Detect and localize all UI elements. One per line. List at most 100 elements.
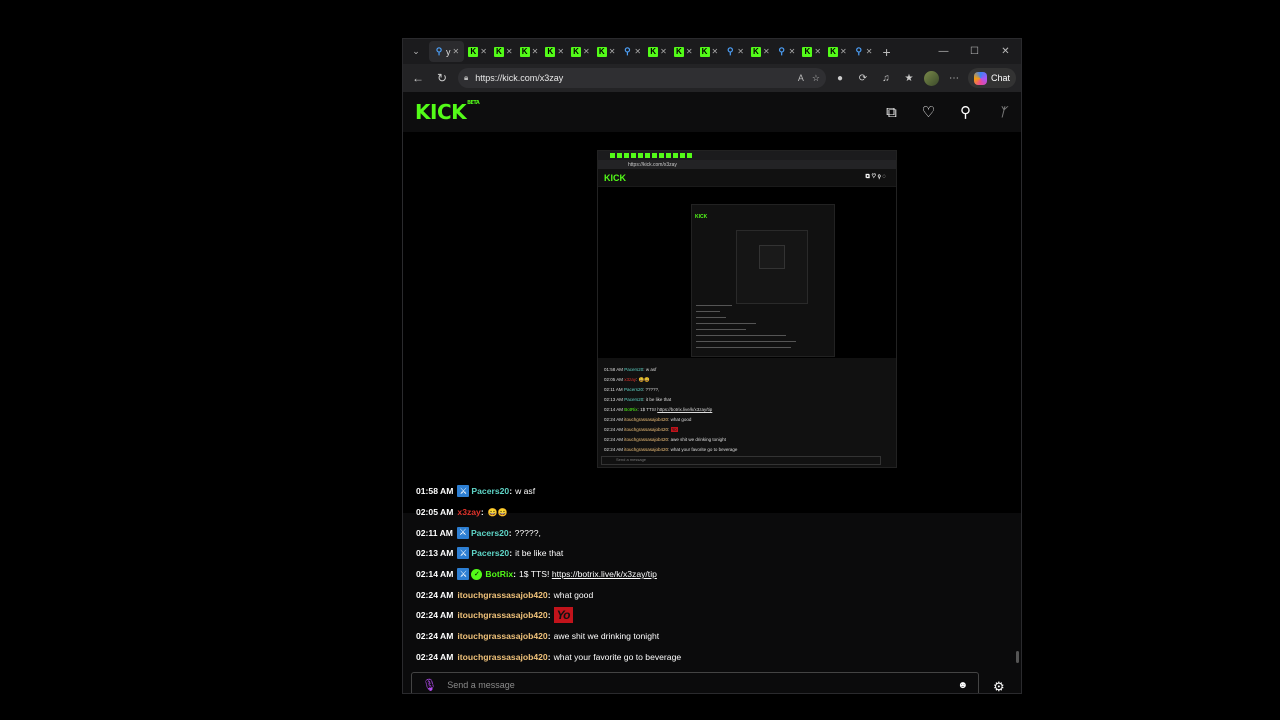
search-icon: ⚲ bbox=[435, 46, 443, 56]
close-tab-icon[interactable]: ✕ bbox=[840, 47, 847, 56]
kick-favicon-icon: K bbox=[750, 46, 761, 57]
close-tab-icon[interactable]: ✕ bbox=[712, 47, 719, 56]
nested-chat-line: 02:24 AM itouchgrassasajob420: Yo bbox=[604, 427, 678, 432]
tab-kick[interactable]: K ✕ bbox=[517, 41, 542, 62]
video-player[interactable]: https://kick.com/x3zay KICK ⧉ ♡ ⚲ ◌ KICK … bbox=[403, 132, 1021, 513]
lock-icon[interactable]: 🔒︎ bbox=[464, 73, 468, 83]
close-tab-icon[interactable]: ✕ bbox=[609, 47, 616, 56]
url-field[interactable]: 🔒︎ https://kick.com/x3zay A ☆ bbox=[458, 68, 826, 88]
chat-username[interactable]: Pacers20 bbox=[471, 548, 509, 558]
tab-kick[interactable]: K ✕ bbox=[594, 41, 619, 62]
close-tab-icon[interactable]: ✕ bbox=[866, 47, 873, 56]
tab-kick[interactable]: K ✕ bbox=[645, 41, 670, 62]
nested-chat-line: 02:24 AM itouchgrassasajob420: awe shit … bbox=[604, 437, 726, 442]
media-icon[interactable]: ♫ bbox=[878, 70, 894, 86]
nested-tab-strip bbox=[598, 151, 896, 160]
profile-avatar-icon[interactable] bbox=[924, 70, 939, 86]
tab-search[interactable]: ⚲ ✕ bbox=[851, 41, 876, 62]
maximize-icon[interactable]: ☐ bbox=[959, 39, 990, 64]
refresh-icon[interactable]: ↻ bbox=[430, 64, 454, 92]
chat-input-placeholder: Send a message bbox=[447, 680, 515, 690]
nested-chat-line: 02:14 AM BotRix: 1$ TTS! https://botrix.… bbox=[604, 407, 713, 412]
search-icon[interactable]: ⚲ bbox=[947, 103, 984, 121]
tab-kick[interactable]: K ✕ bbox=[542, 41, 567, 62]
chat-username[interactable]: itouchgrassasajob420 bbox=[457, 610, 547, 620]
nested-chat-line: 02:05 AM x3zay: 😄😄 bbox=[604, 377, 650, 382]
message-time: 02:24 AM bbox=[416, 631, 454, 642]
emoji-icon[interactable]: ☻ bbox=[957, 680, 968, 691]
tab-list-button[interactable]: ⌄ bbox=[403, 39, 429, 64]
kick-header: KICKBETA ⧉ ♡ ⚲ ᛉ bbox=[403, 92, 1021, 133]
kick-favicon-icon: K bbox=[493, 46, 504, 57]
message-text: 1$ TTS! bbox=[519, 569, 550, 580]
nested-chat-line: 02:13 AM Pacers20: it be like that bbox=[604, 397, 672, 402]
chat-username[interactable]: itouchgrassasajob420 bbox=[457, 631, 547, 641]
favorites-icon[interactable]: ★ bbox=[901, 70, 917, 86]
message-link[interactable]: https://botrix.live/k/x3zay/tip bbox=[552, 569, 657, 579]
nested-chat: 01:58 AM Pacers20: w asf 02:05 AM x3zay:… bbox=[604, 365, 737, 455]
tab-kick[interactable]: K ✕ bbox=[568, 41, 593, 62]
chat-message: 01:58 AM ⚔ Pacers20: w asf bbox=[416, 485, 536, 498]
url-text: https://kick.com/x3zay bbox=[475, 73, 564, 83]
tab-kick[interactable]: K ✕ bbox=[671, 41, 696, 62]
tab-kick[interactable]: K ✕ bbox=[491, 41, 516, 62]
nested-stream-frame-3 bbox=[736, 230, 808, 304]
chat-username[interactable]: itouchgrassasajob420 bbox=[457, 652, 547, 662]
close-tab-icon[interactable]: ✕ bbox=[453, 47, 460, 56]
beta-label: BETA bbox=[467, 100, 480, 106]
close-tab-icon[interactable]: ✕ bbox=[583, 47, 590, 56]
close-tab-icon[interactable]: ✕ bbox=[506, 47, 513, 56]
more-menu-icon[interactable]: ⋯ bbox=[946, 70, 962, 86]
chat-username[interactable]: x3zay bbox=[457, 507, 480, 517]
kick-logo[interactable]: KICKBETA bbox=[415, 100, 480, 124]
chat-username[interactable]: Pacers20 bbox=[471, 486, 509, 496]
browser-window: ⌄ ⚲ y ✕ K ✕ K ✕ K ✕ K ✕ K ✕ K ✕ ⚲ ✕ K ✕ K ✕ K ✕ ⚲ ✕… bbox=[402, 38, 1022, 694]
favorite-star-icon[interactable]: ☆ bbox=[812, 73, 820, 84]
tab-kick[interactable]: K ✕ bbox=[697, 41, 722, 62]
address-bar-row: ← ↻ 🔒︎ https://kick.com/x3zay A ☆ ● ⟳ ♫ … bbox=[403, 64, 1021, 92]
tab-active[interactable]: ⚲ y ✕ bbox=[429, 41, 465, 62]
kick-favicon-icon: K bbox=[699, 46, 710, 57]
microphone-icon[interactable]: 🎙︎ bbox=[422, 678, 437, 692]
close-tab-icon[interactable]: ✕ bbox=[480, 47, 487, 56]
chat-username[interactable]: Pacers20 bbox=[471, 528, 509, 538]
chat-username[interactable]: BotRix bbox=[485, 569, 513, 579]
minimize-icon[interactable]: — bbox=[928, 39, 959, 64]
refresh-sync-icon[interactable]: ⟳ bbox=[855, 70, 871, 86]
tab-kick[interactable]: K ✕ bbox=[748, 41, 773, 62]
back-icon[interactable]: ← bbox=[406, 64, 430, 92]
header-actions: ⧉ ♡ ⚲ ᛉ bbox=[873, 103, 1021, 122]
close-tab-icon[interactable]: ✕ bbox=[789, 47, 796, 56]
chat-scrollbar[interactable] bbox=[1016, 651, 1019, 663]
tab-search[interactable]: ⚲ ✕ bbox=[722, 41, 747, 62]
tab-kick[interactable]: K ✕ bbox=[825, 41, 850, 62]
tab-kick[interactable]: K ✕ bbox=[799, 41, 824, 62]
close-tab-icon[interactable]: ✕ bbox=[686, 47, 693, 56]
tab-search[interactable]: ⚲ ✕ bbox=[619, 41, 644, 62]
close-tab-icon[interactable]: ✕ bbox=[737, 47, 744, 56]
tab-search[interactable]: ⚲ ✕ bbox=[774, 41, 799, 62]
close-tab-icon[interactable]: ✕ bbox=[763, 47, 770, 56]
copilot-chat-button[interactable]: Chat bbox=[968, 68, 1017, 88]
tab-bar: ⌄ ⚲ y ✕ K ✕ K ✕ K ✕ K ✕ K ✕ K ✕ ⚲ ✕ K ✕ K ✕ K ✕ ⚲ ✕… bbox=[403, 39, 1021, 64]
message-text: ?????, bbox=[514, 527, 541, 538]
chat-username[interactable]: itouchgrassasajob420 bbox=[457, 590, 547, 600]
read-aloud-icon[interactable]: A bbox=[798, 73, 804, 84]
kick-favicon-icon: K bbox=[596, 46, 607, 57]
user-avatar-icon[interactable]: ᛉ bbox=[984, 105, 1021, 119]
chat-input[interactable]: 🎙︎ Send a message ☻ bbox=[411, 672, 979, 693]
message-text: w asf bbox=[515, 486, 536, 497]
close-tab-icon[interactable]: ✕ bbox=[660, 47, 667, 56]
extension-icon[interactable]: ● bbox=[832, 70, 848, 86]
gear-icon[interactable]: ⚙ bbox=[993, 679, 1005, 693]
close-tab-icon[interactable]: ✕ bbox=[557, 47, 564, 56]
tab-kick[interactable]: K ✕ bbox=[465, 41, 490, 62]
new-tab-button[interactable]: + bbox=[882, 44, 890, 60]
browse-icon[interactable]: ⧉ bbox=[873, 104, 910, 121]
close-tab-icon[interactable]: ✕ bbox=[814, 47, 821, 56]
close-tab-icon[interactable]: ✕ bbox=[532, 47, 539, 56]
message-text: what your favorite go to beverage bbox=[553, 651, 682, 662]
close-window-icon[interactable]: ✕ bbox=[990, 39, 1021, 64]
heart-icon[interactable]: ♡ bbox=[910, 103, 947, 121]
close-tab-icon[interactable]: ✕ bbox=[634, 47, 641, 56]
